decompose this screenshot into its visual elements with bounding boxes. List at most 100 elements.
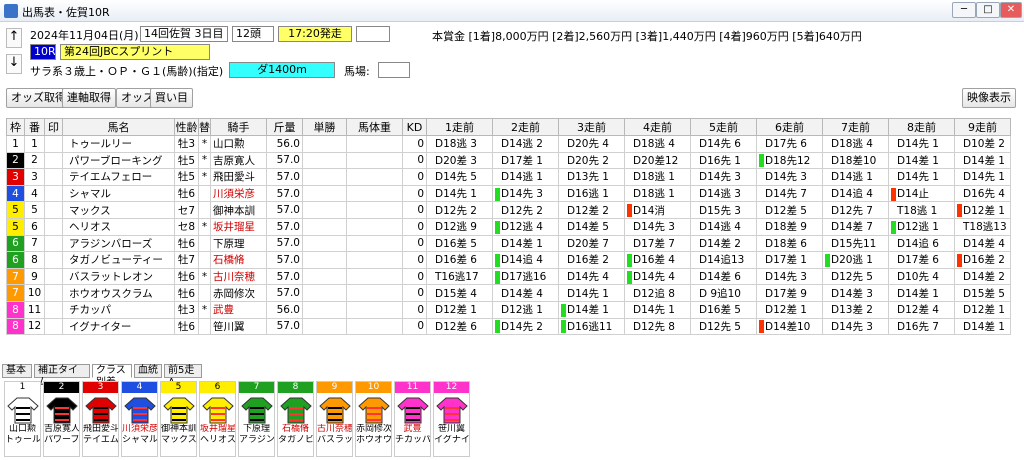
past-race-4[interactable]: D12先 8 — [624, 317, 691, 336]
past-race-9[interactable]: D15差 5 — [954, 284, 1011, 302]
past-race-8[interactable]: T18逃 1 — [888, 201, 955, 219]
past-race-6[interactable]: D14先 7 — [756, 184, 823, 203]
table-row[interactable]: 2 2 パワーブローキング 牡5 * 吉原寛人 57.0 0 D20差 3 D17差 1 D20先 … — [6, 151, 1011, 170]
past-race-4[interactable]: D14先 4 — [624, 267, 691, 286]
column-header[interactable]: 替 — [198, 118, 211, 136]
column-header[interactable]: 斤量 — [266, 118, 303, 136]
past-race-6[interactable]: D17先 6 — [756, 135, 823, 153]
prev-race-arrow-icon[interactable]: ↑ — [6, 28, 22, 48]
past-race-7[interactable]: D14逃 1 — [822, 168, 889, 186]
past-race-9[interactable]: D16先 4 — [954, 184, 1011, 203]
past-race-9[interactable]: D10差 2 — [954, 135, 1011, 153]
column-header[interactable]: 性齢 — [174, 118, 199, 136]
past-race-5[interactable]: D16先 1 — [690, 151, 757, 170]
renpuku-get-button[interactable]: 連軸取得 — [62, 88, 116, 108]
maximize-button[interactable]: □ — [976, 2, 1000, 18]
table-row[interactable]: 6 8 タガノビューティー 牡7 石橋脩 57.0 0 D16差 6 D14追 4 D16差 2 D… — [6, 251, 1011, 269]
column-header[interactable]: 馬名 — [62, 118, 175, 136]
table-row[interactable]: 3 3 テイエムフェロー 牡5 * 飛田愛斗 57.0 0 D14先 5 D14逃 1 D13先 1… — [6, 168, 1011, 186]
past-race-2[interactable]: D12先 2 — [492, 201, 559, 219]
past-race-7[interactable]: D15先11 — [822, 234, 889, 253]
past-race-8[interactable]: D14止 — [888, 184, 955, 203]
past-race-7[interactable]: D12先 7 — [822, 201, 889, 219]
minimize-button[interactable]: ─ — [952, 2, 976, 18]
table-row[interactable]: 7 9 バスラットレオン 牡6 * 古川奈穂 57.0 0 T16逃17 D17逃16 D14先 4… — [6, 267, 1011, 286]
past-race-1[interactable]: D14先 1 — [426, 184, 493, 203]
column-header[interactable]: 6走前 — [756, 118, 823, 136]
bottom-tab[interactable]: 補正タイム — [34, 364, 90, 388]
past-race-6[interactable]: D17差 9 — [756, 284, 823, 302]
next-race-arrow-icon[interactable]: ↓ — [6, 54, 22, 74]
past-race-8[interactable]: D14追 6 — [888, 234, 955, 253]
past-race-4[interactable]: D20差12 — [624, 151, 691, 170]
past-race-8[interactable]: D12逃 1 — [888, 217, 955, 236]
mark-cell[interactable] — [44, 234, 63, 253]
column-header[interactable]: 9走前 — [954, 118, 1011, 136]
column-header[interactable]: 2走前 — [492, 118, 559, 136]
bottom-tab[interactable]: 前5走A — [164, 364, 202, 388]
table-row[interactable]: 7 10 ホウオウスクラム 牡6 赤岡修次 57.0 0 D15差 4 D14差 4 D14先 1… — [6, 284, 1011, 302]
silk-card[interactable]: 3 飛田愛斗テイエムフ — [82, 381, 119, 457]
video-button[interactable]: 映像表示 — [962, 88, 1016, 108]
past-race-2[interactable]: D14逃 1 — [492, 168, 559, 186]
column-header[interactable]: 7走前 — [822, 118, 889, 136]
past-race-6[interactable]: D18先12 — [756, 151, 823, 170]
column-header[interactable]: 馬体重 — [346, 118, 403, 136]
past-race-8[interactable]: D17差 6 — [888, 251, 955, 269]
past-race-2[interactable]: D14先 2 — [492, 317, 559, 336]
past-race-1[interactable]: D20差 3 — [426, 151, 493, 170]
past-race-5[interactable]: D14先 3 — [690, 168, 757, 186]
past-race-1[interactable]: D12逃 9 — [426, 217, 493, 236]
past-race-3[interactable]: D20先 4 — [558, 135, 625, 153]
past-race-5[interactable]: D12先 5 — [690, 317, 757, 336]
past-race-8[interactable]: D14先 1 — [888, 135, 955, 153]
past-race-6[interactable]: D18差 6 — [756, 234, 823, 253]
past-race-3[interactable]: D20差 7 — [558, 234, 625, 253]
past-race-6[interactable]: D12差 5 — [756, 201, 823, 219]
past-race-2[interactable]: D12逃 4 — [492, 217, 559, 236]
past-race-3[interactable]: D16差 2 — [558, 251, 625, 269]
past-race-2[interactable]: D14逃 2 — [492, 135, 559, 153]
past-race-4[interactable]: D12追 8 — [624, 284, 691, 302]
past-race-4[interactable]: D16差 4 — [624, 251, 691, 269]
table-row[interactable]: 4 4 シャマル 牡6 川須栄彦 57.0 0 D14先 1 D14先 3 D16逃 1 D18逃 … — [6, 184, 1011, 203]
past-race-7[interactable]: D14差 3 — [822, 284, 889, 302]
column-header[interactable]: 1走前 — [426, 118, 493, 136]
past-race-2[interactable]: D14先 3 — [492, 184, 559, 203]
past-race-1[interactable]: T16逃17 — [426, 267, 493, 286]
past-race-8[interactable]: D14差 1 — [888, 284, 955, 302]
past-race-1[interactable]: D18逃 3 — [426, 135, 493, 153]
past-race-4[interactable]: D18逃 1 — [624, 184, 691, 203]
table-row[interactable]: 5 6 ヘリオス セ8 * 坂井瑠星 57.0 0 D12逃 9 D12逃 4 D14差 5 D14先… — [6, 217, 1011, 236]
silk-card[interactable]: 10 赤岡修次ホウオウス — [355, 381, 392, 457]
past-race-3[interactable]: D14差 1 — [558, 300, 625, 319]
past-race-3[interactable]: D14先 4 — [558, 267, 625, 286]
column-header[interactable]: 8走前 — [888, 118, 955, 136]
past-race-4[interactable]: D14消 — [624, 201, 691, 219]
past-race-1[interactable]: D14先 5 — [426, 168, 493, 186]
past-race-9[interactable]: T18逃13 — [954, 217, 1011, 236]
past-race-5[interactable]: D14差 2 — [690, 234, 757, 253]
silk-card[interactable]: 2 吉原寛人パワーブロ — [43, 381, 80, 457]
past-race-9[interactable]: D14先 1 — [954, 168, 1011, 186]
past-race-4[interactable]: D17差 7 — [624, 234, 691, 253]
silk-card[interactable]: 9 古川奈穂バスラット — [316, 381, 353, 457]
past-race-7[interactable]: D18逃 4 — [822, 135, 889, 153]
silk-card[interactable]: 5 御神本訓 マックス — [160, 381, 197, 457]
column-header[interactable]: KD — [402, 118, 427, 136]
silk-card[interactable]: 8 石橋脩タガノビュ — [277, 381, 314, 457]
column-header[interactable]: 枠 — [6, 118, 25, 136]
past-race-8[interactable]: D16先 7 — [888, 317, 955, 336]
mark-cell[interactable] — [44, 201, 63, 219]
column-header[interactable]: 3走前 — [558, 118, 625, 136]
table-row[interactable]: 1 1 トゥールリー 牡3 * 山口勲 56.0 0 D18逃 3 D14逃 2 D20先 4 D18… — [6, 135, 1011, 153]
past-race-5[interactable]: D16差 5 — [690, 300, 757, 319]
past-race-2[interactable]: D14追 4 — [492, 251, 559, 269]
past-race-9[interactable]: D14差 2 — [954, 267, 1011, 286]
close-button[interactable]: ✕ — [1000, 2, 1022, 18]
past-race-9[interactable]: D14差 4 — [954, 234, 1011, 253]
column-header[interactable]: 印 — [44, 118, 63, 136]
past-race-2[interactable]: D12逃 1 — [492, 300, 559, 319]
past-race-9[interactable]: D14差 1 — [954, 317, 1011, 336]
past-race-7[interactable]: D13差 2 — [822, 300, 889, 319]
